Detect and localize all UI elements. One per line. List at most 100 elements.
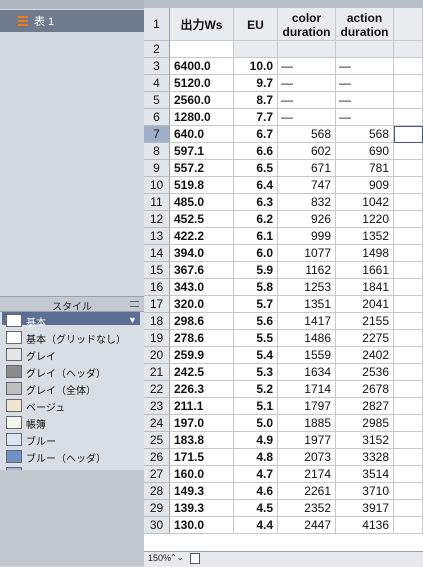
table-cell[interactable]: — — [278, 109, 336, 126]
table-cell[interactable]: 6.6 — [234, 143, 278, 160]
table-cell[interactable]: — — [278, 92, 336, 109]
table-cell[interactable] — [394, 398, 423, 415]
table-cell[interactable]: 5.8 — [234, 279, 278, 296]
table-cell[interactable]: 3917 — [336, 500, 394, 517]
table-cell[interactable]: 452.5 — [170, 211, 234, 228]
table-cell[interactable]: 2073 — [278, 449, 336, 466]
table-cell[interactable]: 171.5 — [170, 449, 234, 466]
table-cell[interactable]: 1841 — [336, 279, 394, 296]
table-cell[interactable] — [394, 517, 423, 534]
table-cell[interactable]: 999 — [278, 228, 336, 245]
table-cell[interactable] — [394, 8, 423, 41]
table-cell[interactable] — [394, 381, 423, 398]
row-header[interactable]: 26 — [144, 449, 170, 466]
table-cell[interactable]: 2155 — [336, 313, 394, 330]
column-header-cell[interactable]: EU — [234, 8, 278, 41]
table-cell[interactable]: — — [278, 58, 336, 75]
table-cell[interactable] — [336, 41, 394, 58]
table-cell[interactable]: 422.2 — [170, 228, 234, 245]
table-cell[interactable]: 597.1 — [170, 143, 234, 160]
row-header[interactable]: 10 — [144, 177, 170, 194]
row-header[interactable]: 7 — [144, 126, 170, 143]
row-header[interactable]: 6 — [144, 109, 170, 126]
table-cell[interactable]: 6400.0 — [170, 58, 234, 75]
table-cell[interactable]: 602 — [278, 143, 336, 160]
table-cell[interactable]: 1253 — [278, 279, 336, 296]
zoom-level[interactable]: 150% — [148, 553, 171, 563]
table-cell[interactable] — [394, 432, 423, 449]
table-cell[interactable]: 5.1 — [234, 398, 278, 415]
row-header[interactable]: 19 — [144, 330, 170, 347]
row-header[interactable]: 9 — [144, 160, 170, 177]
table-cell[interactable] — [278, 41, 336, 58]
row-header[interactable]: 15 — [144, 262, 170, 279]
style-item[interactable]: ブルー（ヘッダ） — [0, 448, 144, 465]
table-cell[interactable]: 6.5 — [234, 160, 278, 177]
row-header[interactable]: 4 — [144, 75, 170, 92]
table-cell[interactable]: 6.1 — [234, 228, 278, 245]
row-header[interactable]: 20 — [144, 347, 170, 364]
table-cell[interactable]: 747 — [278, 177, 336, 194]
table-cell[interactable]: 2402 — [336, 347, 394, 364]
table-cell[interactable]: 1220 — [336, 211, 394, 228]
table-cell[interactable]: 3152 — [336, 432, 394, 449]
table-cell[interactable]: 6.2 — [234, 211, 278, 228]
row-header[interactable]: 8 — [144, 143, 170, 160]
table-cell[interactable]: 4.8 — [234, 449, 278, 466]
table-cell[interactable]: 5.5 — [234, 330, 278, 347]
table-cell[interactable] — [394, 330, 423, 347]
table-cell[interactable]: 1162 — [278, 262, 336, 279]
table-cell[interactable]: 1351 — [278, 296, 336, 313]
add-sheet-icon[interactable] — [190, 553, 200, 564]
table-cell[interactable]: 2275 — [336, 330, 394, 347]
table-cell[interactable]: — — [336, 92, 394, 109]
table-cell[interactable]: 2827 — [336, 398, 394, 415]
table-cell[interactable]: 781 — [336, 160, 394, 177]
table-cell[interactable]: 1042 — [336, 194, 394, 211]
zoom-stepper-icon[interactable]: ⌃⌄ — [170, 553, 183, 562]
table-cell[interactable]: 5.6 — [234, 313, 278, 330]
table-cell[interactable]: — — [336, 109, 394, 126]
table-cell[interactable]: 909 — [336, 177, 394, 194]
table-cell[interactable]: — — [278, 75, 336, 92]
table-cell[interactable]: 1634 — [278, 364, 336, 381]
column-header-cell[interactable]: 出力Ws — [170, 8, 234, 41]
table-cell[interactable]: 2536 — [336, 364, 394, 381]
table-cell[interactable]: 671 — [278, 160, 336, 177]
table-cell[interactable]: 5120.0 — [170, 75, 234, 92]
row-header[interactable]: 13 — [144, 228, 170, 245]
table-cell[interactable]: — — [336, 58, 394, 75]
table-cell[interactable]: 7.7 — [234, 109, 278, 126]
row-header[interactable]: 28 — [144, 483, 170, 500]
table-cell[interactable]: 557.2 — [170, 160, 234, 177]
table-cell[interactable]: 2985 — [336, 415, 394, 432]
style-item[interactable]: ベージュ — [0, 397, 144, 414]
row-header[interactable]: 3 — [144, 58, 170, 75]
table-cell[interactable] — [394, 126, 423, 143]
style-item[interactable]: ブルー — [0, 431, 144, 448]
table-cell[interactable] — [394, 313, 423, 330]
table-cell[interactable]: 1977 — [278, 432, 336, 449]
row-header[interactable]: 1 — [144, 8, 170, 41]
table-cell[interactable]: 568 — [336, 126, 394, 143]
table-cell[interactable]: 197.0 — [170, 415, 234, 432]
table-cell[interactable]: 2261 — [278, 483, 336, 500]
row-header[interactable]: 22 — [144, 381, 170, 398]
table-cell[interactable]: 2560.0 — [170, 92, 234, 109]
table-cell[interactable] — [394, 415, 423, 432]
table-cell[interactable]: 1077 — [278, 245, 336, 262]
table-cell[interactable]: 1714 — [278, 381, 336, 398]
table-cell[interactable]: 690 — [336, 143, 394, 160]
table-cell[interactable]: 1498 — [336, 245, 394, 262]
table-cell[interactable] — [394, 177, 423, 194]
table-cell[interactable]: 211.1 — [170, 398, 234, 415]
table-cell[interactable] — [394, 194, 423, 211]
table-cell[interactable]: 5.2 — [234, 381, 278, 398]
table-cell[interactable]: — — [336, 75, 394, 92]
table-cell[interactable] — [394, 364, 423, 381]
table-cell[interactable]: 1885 — [278, 415, 336, 432]
table-cell[interactable] — [394, 500, 423, 517]
table-cell[interactable]: 320.0 — [170, 296, 234, 313]
table-cell[interactable]: 5.7 — [234, 296, 278, 313]
row-header[interactable]: 21 — [144, 364, 170, 381]
